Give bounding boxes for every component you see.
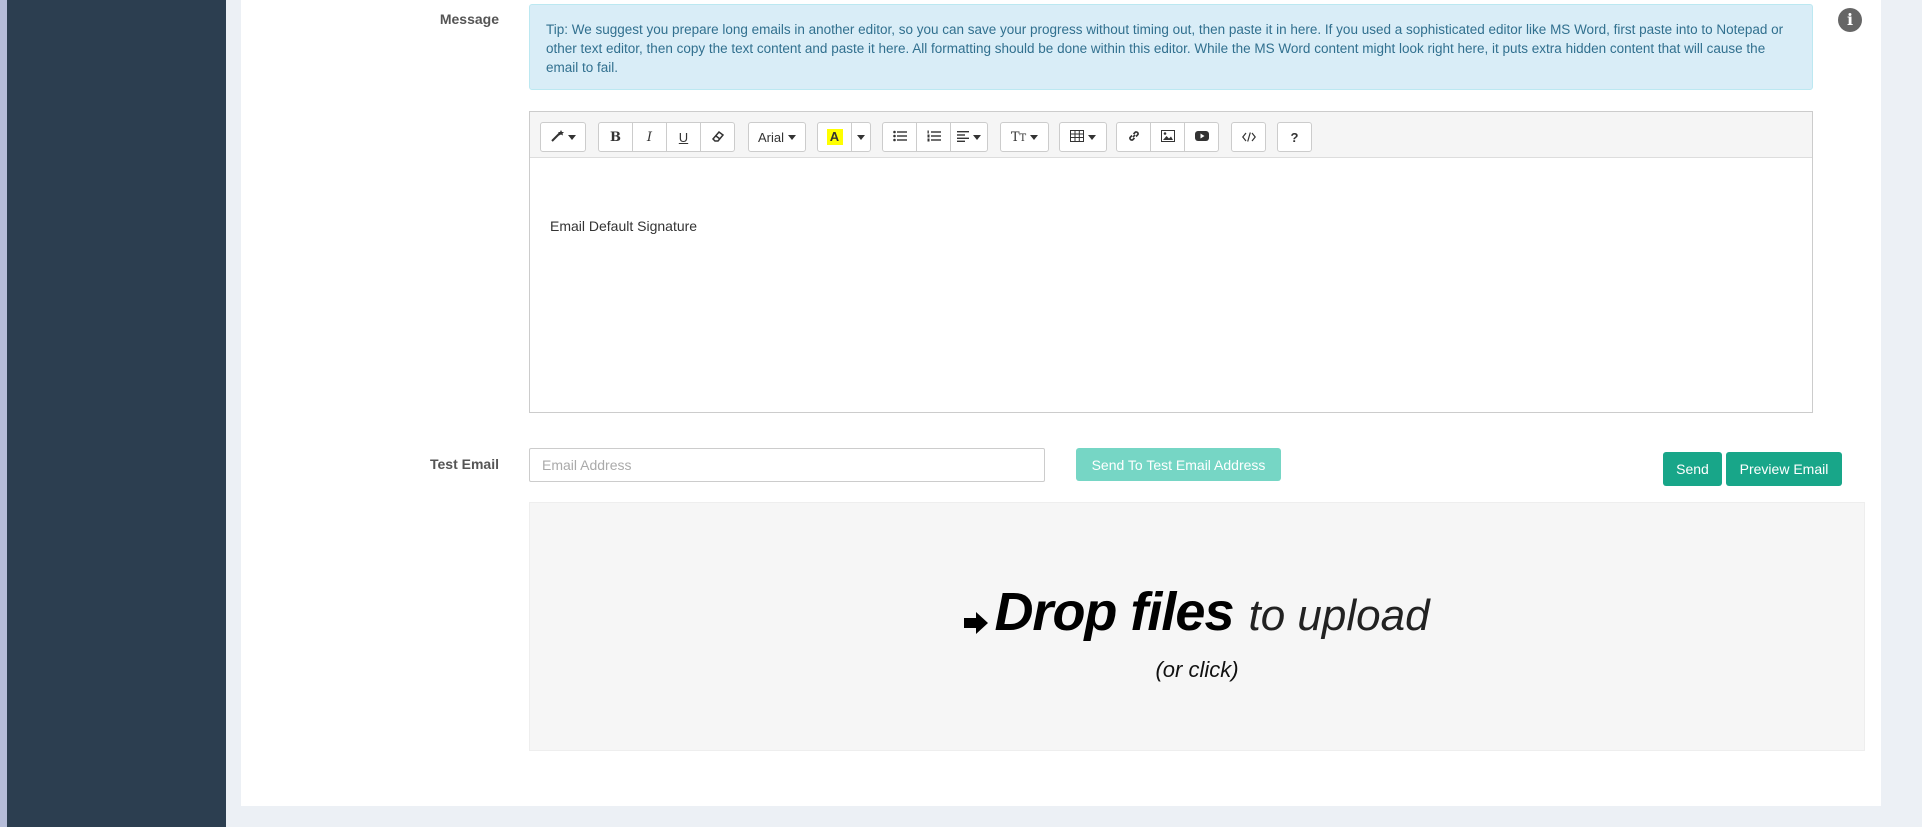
insert-group: [1116, 122, 1219, 152]
send-button[interactable]: Send: [1663, 452, 1722, 486]
unordered-list-icon: [892, 130, 907, 145]
style-group: [540, 122, 586, 152]
dropzone-light-text: to upload: [1248, 591, 1430, 640]
link-icon: [1127, 129, 1141, 146]
help-group: ?: [1277, 122, 1312, 152]
font-size-label: TT: [1010, 129, 1027, 145]
bold-label: B: [610, 129, 621, 145]
code-icon: [1241, 130, 1256, 145]
dropzone-message: Drop files to upload: [530, 581, 1864, 647]
image-icon: [1160, 129, 1175, 145]
eraser-icon: [711, 129, 725, 146]
message-label: Message: [439, 11, 499, 27]
help-label: ?: [1290, 129, 1299, 145]
preview-email-button[interactable]: Preview Email: [1726, 452, 1842, 486]
file-dropzone[interactable]: Drop files to upload (or click): [529, 502, 1865, 751]
video-button[interactable]: [1184, 122, 1219, 152]
test-email-input[interactable]: [529, 448, 1045, 482]
send-to-test-email-button[interactable]: Send To Test Email Address: [1076, 448, 1281, 481]
dropzone-subtext: (or click): [1155, 657, 1239, 682]
test-email-label: Test Email: [430, 456, 499, 472]
highlight-color-button[interactable]: A: [817, 122, 852, 152]
table-group: [1059, 122, 1107, 152]
align-icon: [957, 130, 969, 145]
info-icon[interactable]: i: [1838, 8, 1862, 32]
code-view-button[interactable]: [1231, 122, 1266, 152]
table-icon: [1070, 129, 1084, 145]
dropzone-bold-text: Drop files: [994, 582, 1234, 642]
color-dropdown[interactable]: [851, 122, 871, 152]
underline-label: U: [678, 129, 689, 145]
italic-label: I: [646, 129, 653, 145]
style-button[interactable]: [540, 122, 586, 152]
font-size-dropdown[interactable]: TT: [1000, 122, 1049, 152]
video-icon: [1194, 130, 1209, 145]
arrow-right-icon: [964, 585, 989, 647]
image-button[interactable]: [1150, 122, 1185, 152]
codeview-group: [1231, 122, 1266, 152]
email-signature-text: Email Default Signature: [550, 218, 698, 234]
align-dropdown[interactable]: [950, 122, 988, 152]
tip-alert: Tip: We suggest you prepare long emails …: [529, 4, 1813, 90]
ordered-list-icon: [927, 130, 941, 145]
ordered-list-button[interactable]: [916, 122, 951, 152]
underline-button[interactable]: U: [666, 122, 701, 152]
font-size-group: TT: [1000, 122, 1049, 152]
font-style-group: B I U: [598, 122, 735, 152]
help-button[interactable]: ?: [1277, 122, 1312, 152]
font-name-group: Arial: [748, 122, 806, 152]
sidebar: [7, 0, 226, 827]
paragraph-group: [882, 122, 988, 152]
rich-text-editor: B I U Arial A TT ? Email Default Signatu…: [529, 111, 1813, 413]
font-name-dropdown[interactable]: Arial: [748, 122, 806, 152]
italic-button[interactable]: I: [632, 122, 667, 152]
left-edge-strip: [0, 0, 7, 827]
table-dropdown[interactable]: [1059, 122, 1107, 152]
link-button[interactable]: [1116, 122, 1151, 152]
magic-wand-icon: [550, 129, 564, 146]
bold-button[interactable]: B: [598, 122, 633, 152]
highlight-label: A: [826, 129, 843, 145]
unordered-list-button[interactable]: [882, 122, 917, 152]
font-name-label: Arial: [757, 129, 784, 145]
editor-content-area[interactable]: Email Default Signature: [530, 158, 1812, 254]
clear-format-button[interactable]: [700, 122, 735, 152]
editor-toolbar: B I U Arial A TT ?: [530, 112, 1812, 158]
color-group: A: [817, 122, 871, 152]
